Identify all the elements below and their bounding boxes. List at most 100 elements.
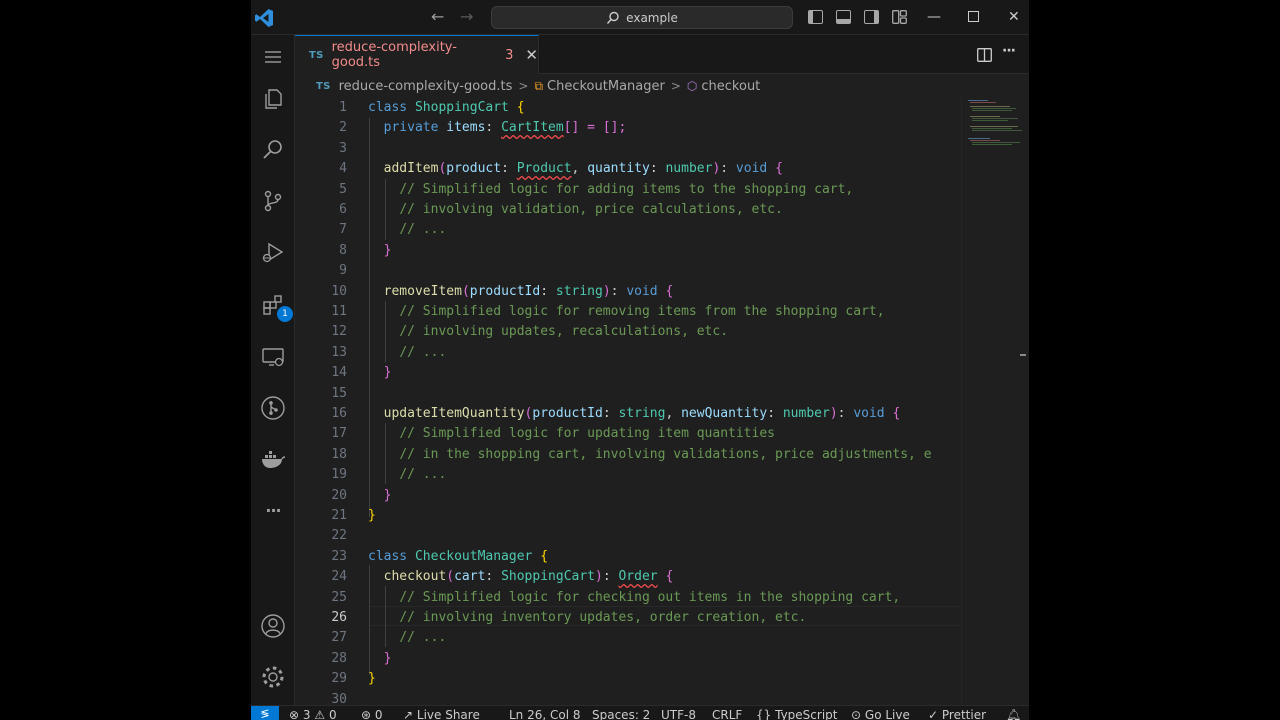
split-editor-icon[interactable]	[977, 48, 992, 62]
accounts-button[interactable]	[257, 610, 289, 642]
line-number: 7	[339, 222, 347, 238]
minimap[interactable]	[961, 98, 1029, 705]
source-control-button[interactable]	[257, 185, 289, 217]
docker-icon	[262, 451, 286, 468]
docker-button[interactable]	[257, 443, 289, 475]
code-line-18: // in the shopping cart, involving valid…	[399, 446, 932, 462]
run-debug-button[interactable]	[257, 237, 289, 269]
line-number: 27	[331, 630, 347, 646]
language-mode-button[interactable]: {} TypeScript	[756, 706, 837, 720]
braces-icon: {}	[756, 708, 772, 720]
customize-layout-icon[interactable]	[892, 10, 907, 24]
go-live-button[interactable]: ⊙ Go Live	[851, 706, 910, 720]
code-line-2: private items: CartItem[] = [];	[383, 120, 627, 136]
close-window-button[interactable]: ✕	[1008, 8, 1020, 26]
maximize-button[interactable]	[968, 11, 979, 22]
line-number: 9	[339, 263, 347, 279]
vscode-logo-icon	[255, 9, 273, 27]
gitlens-icon	[261, 396, 285, 420]
warning-icon: ⚠	[314, 708, 326, 720]
remote-explorer-button[interactable]	[257, 341, 289, 373]
code-line-19: // ...	[399, 467, 447, 483]
chevron-right-icon: >	[670, 79, 681, 93]
class-symbol-icon: ⧉	[534, 78, 544, 93]
breadcrumb-class[interactable]: CheckoutManager	[547, 79, 665, 94]
typescript-file-icon: TS	[316, 80, 331, 92]
ports-indicator[interactable]: ⊛ 0	[361, 706, 383, 720]
breadcrumb-method[interactable]: checkout	[701, 79, 760, 94]
breadcrumb-file[interactable]: reduce-complexity-good.ts	[339, 79, 513, 94]
line-number: 29	[331, 671, 347, 687]
live-share-icon: ↗	[403, 708, 414, 720]
line-number: 8	[339, 242, 347, 258]
code-line-7: // ...	[399, 222, 447, 238]
extensions-button[interactable]: 1	[257, 289, 293, 322]
line-number: 26	[331, 610, 347, 625]
line-number: 15	[331, 385, 347, 401]
line-number: 22	[331, 528, 347, 544]
toggle-panel-icon[interactable]	[836, 10, 851, 24]
check-icon: ✓	[928, 708, 939, 720]
status-bar: ≶ ⊗ 3 ⚠ 0 ⊛ 0 ↗ Live Share Ln 26, Col 8 …	[251, 705, 1029, 720]
back-button[interactable]: ←	[431, 8, 444, 26]
code-line-28: }	[383, 650, 392, 666]
more-views-button[interactable]: ···	[257, 494, 289, 526]
eol-indicator[interactable]: CRLF	[712, 706, 742, 720]
problems-indicator[interactable]: ⊗ 3 ⚠ 0	[289, 706, 337, 720]
breadcrumb: TS reduce-complexity-good.ts > ⧉ Checkou…	[295, 74, 1029, 98]
toggle-primary-sidebar-icon[interactable]	[808, 10, 823, 24]
search-view-button[interactable]	[257, 134, 289, 166]
gitlens-button[interactable]	[257, 392, 289, 424]
code-line-4: addItem(product: Product, quantity: numb…	[383, 161, 783, 177]
code-line-10: removeItem(productId: string): void {	[383, 283, 674, 299]
line-number: 16	[331, 406, 347, 421]
gear-icon	[262, 666, 284, 688]
indentation-indicator[interactable]: Spaces: 2	[592, 706, 650, 720]
line-number: 1	[339, 100, 347, 115]
code-editor[interactable]: 1 2 3 4 5 6 7 8 9 10 11 12 13 14 15 16 17 18 19 20 21 22 23 24 2…	[295, 98, 961, 705]
remote-explorer-icon	[262, 348, 284, 367]
search-icon	[607, 11, 619, 24]
code-line-6: // involving validation, price calculati…	[399, 202, 783, 217]
command-center-search[interactable]: example	[491, 6, 793, 29]
more-actions-button[interactable]: ···	[1002, 43, 1016, 59]
line-number: 3	[339, 140, 347, 156]
explorer-button[interactable]	[257, 83, 289, 115]
code-line-5: // Simplified logic for adding items to …	[399, 181, 854, 197]
extensions-badge: 1	[277, 306, 293, 322]
tab-close-button[interactable]: ✕	[525, 46, 538, 64]
menu-button[interactable]	[257, 41, 289, 73]
line-number: 25	[331, 589, 347, 605]
toggle-secondary-sidebar-icon[interactable]	[864, 10, 879, 24]
prettier-button[interactable]: ✓ Prettier	[928, 706, 986, 720]
tab-reduce-complexity-good[interactable]: TS reduce-complexity-good.ts 3 ✕	[295, 35, 539, 74]
account-icon	[261, 614, 285, 638]
line-number: 21	[331, 508, 347, 523]
chevron-right-icon: >	[518, 79, 529, 93]
line-number: 28	[331, 650, 347, 666]
activity-bar: 1 ···	[251, 35, 295, 705]
line-number: 19	[331, 467, 347, 483]
cursor-position[interactable]: Ln 26, Col 8	[509, 706, 581, 720]
line-number: 10	[331, 283, 347, 299]
tab-problem-count: 3	[505, 47, 514, 63]
broadcast-icon: ⊛	[361, 708, 372, 720]
code-line-14: }	[383, 365, 392, 381]
code-line-20: }	[383, 487, 392, 503]
line-number: 14	[331, 365, 347, 381]
line-number: 11	[331, 304, 347, 319]
line-number: 17	[331, 426, 347, 442]
code-line-1: class ShoppingCart {	[368, 100, 525, 115]
forward-button[interactable]: →	[460, 8, 473, 26]
code-line-29: }	[368, 671, 376, 687]
manage-button[interactable]	[257, 661, 289, 693]
minimize-button[interactable]: —	[927, 8, 941, 26]
remote-indicator-button[interactable]: ≶	[251, 706, 279, 720]
notifications-bell-icon[interactable]: 🔔︎	[1006, 706, 1021, 720]
method-symbol-icon: ⬡	[686, 79, 698, 93]
encoding-indicator[interactable]: UTF-8	[661, 706, 696, 720]
line-number: 24	[331, 569, 347, 585]
live-share-button[interactable]: ↗ Live Share	[403, 706, 480, 720]
scrollbar-marker	[1020, 354, 1026, 356]
error-icon: ⊗	[289, 708, 300, 720]
